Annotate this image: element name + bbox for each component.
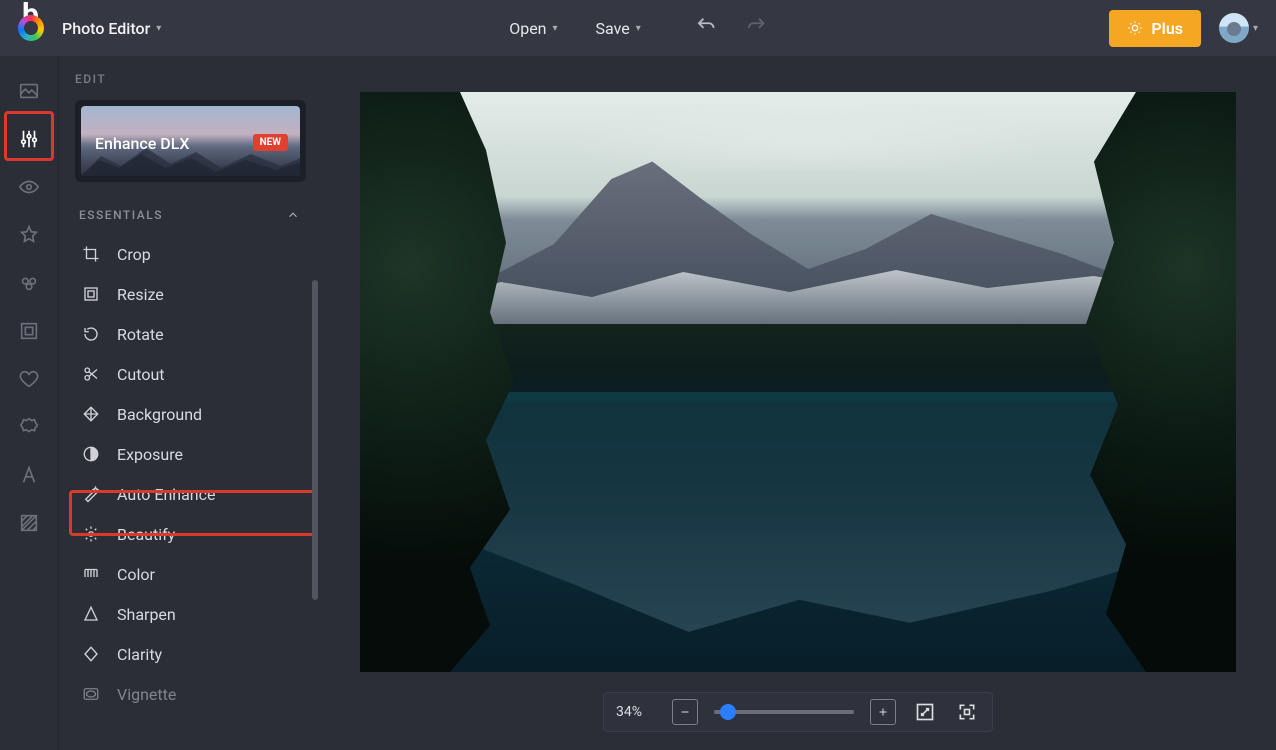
- panel-title: EDIT: [75, 72, 306, 86]
- tool-label: Rotate: [117, 325, 164, 344]
- app-title-dropdown[interactable]: Photo Editor ▾: [62, 19, 161, 38]
- tool-label: Color: [117, 565, 155, 584]
- plus-upgrade-button[interactable]: Plus: [1109, 10, 1201, 47]
- auto-enhance-icon: [81, 484, 101, 504]
- crown-icon: [1127, 20, 1143, 36]
- topbar: b Photo Editor ▾ Open ▾ Save ▾ Plus: [0, 0, 1276, 56]
- tool-beautify[interactable]: Beautify: [75, 514, 306, 554]
- tool-label: Cutout: [117, 365, 165, 384]
- adjust-tab[interactable]: [8, 118, 50, 160]
- clarity-icon: [81, 644, 101, 664]
- crop-icon: [81, 244, 101, 264]
- enhance-card-label: Enhance DLX: [95, 134, 189, 153]
- avatar: [1219, 13, 1249, 43]
- resize-icon: [81, 284, 101, 304]
- tool-label: Crop: [117, 245, 151, 264]
- tool-vignette[interactable]: Vignette: [75, 674, 306, 714]
- tool-background[interactable]: Background: [75, 394, 306, 434]
- tool-label: Clarity: [117, 645, 162, 664]
- beautify-icon: [81, 524, 101, 544]
- zoom-toolbar: 34%: [603, 692, 993, 732]
- essentials-section-toggle[interactable]: ESSENTIALS: [75, 200, 306, 230]
- chevron-down-icon: ▾: [156, 23, 161, 34]
- heart-tab[interactable]: [8, 358, 50, 400]
- tool-color[interactable]: Color: [75, 554, 306, 594]
- badge-tab[interactable]: [8, 406, 50, 448]
- frame-tab[interactable]: [8, 310, 50, 352]
- eye-tab[interactable]: [8, 166, 50, 208]
- tool-label: Exposure: [117, 445, 183, 464]
- zoom-in-button[interactable]: [870, 699, 896, 725]
- chevron-up-icon: [286, 208, 300, 222]
- vignette-icon: [81, 684, 101, 704]
- fit-screen-button[interactable]: [912, 699, 938, 725]
- chevron-down-icon: ▾: [1253, 23, 1258, 34]
- tool-label: Auto Enhance: [117, 485, 215, 504]
- chevron-down-icon: ▾: [636, 23, 641, 34]
- tool-label: Background: [117, 405, 202, 424]
- text-tab[interactable]: [8, 454, 50, 496]
- canvas-image[interactable]: [360, 92, 1236, 672]
- open-menu[interactable]: Open ▾: [509, 19, 557, 38]
- section-label: ESSENTIALS: [79, 208, 163, 222]
- topbar-center: Open ▾ Save ▾: [509, 15, 767, 41]
- save-menu[interactable]: Save ▾: [596, 19, 641, 38]
- app-title-label: Photo Editor: [62, 19, 150, 38]
- tool-list: Crop Resize Rotate Cutout Background Exp…: [75, 234, 306, 714]
- tool-rotate[interactable]: Rotate: [75, 314, 306, 354]
- tool-crop[interactable]: Crop: [75, 234, 306, 274]
- tool-label: Vignette: [117, 685, 176, 704]
- new-badge: NEW: [253, 134, 288, 151]
- star-tab[interactable]: [8, 214, 50, 256]
- zoom-slider[interactable]: [714, 710, 854, 714]
- fullscreen-button[interactable]: [954, 699, 980, 725]
- left-rail: [0, 56, 58, 750]
- open-label: Open: [509, 19, 546, 38]
- panel-scrollbar[interactable]: [312, 280, 318, 600]
- undo-button[interactable]: [695, 15, 717, 41]
- tool-clarity[interactable]: Clarity: [75, 634, 306, 674]
- rotate-icon: [81, 324, 101, 344]
- account-menu[interactable]: ▾: [1219, 13, 1258, 43]
- tool-cutout[interactable]: Cutout: [75, 354, 306, 394]
- color-icon: [81, 564, 101, 584]
- canvas-stage[interactable]: [320, 56, 1276, 678]
- zoom-out-button[interactable]: [672, 699, 698, 725]
- tool-label: Sharpen: [117, 605, 176, 624]
- image-tab[interactable]: [8, 70, 50, 112]
- cutout-icon: [81, 364, 101, 384]
- zoom-value: 34%: [616, 704, 656, 720]
- canvas-area: 34%: [320, 56, 1276, 750]
- app-logo[interactable]: [18, 15, 44, 41]
- tool-exposure[interactable]: Exposure: [75, 434, 306, 474]
- shapes-tab[interactable]: [8, 262, 50, 304]
- chevron-down-icon: ▾: [553, 23, 558, 34]
- sharpen-icon: [81, 604, 101, 624]
- tool-resize[interactable]: Resize: [75, 274, 306, 314]
- plus-label: Plus: [1151, 19, 1183, 38]
- texture-tab[interactable]: [8, 502, 50, 544]
- side-panel: EDIT Enhance DLX NEW ESSENTIALS Crop Res…: [58, 56, 320, 750]
- save-label: Save: [596, 19, 630, 38]
- redo-button[interactable]: [745, 15, 767, 41]
- exposure-icon: [81, 444, 101, 464]
- tool-label: Beautify: [117, 525, 175, 544]
- enhance-dlx-card[interactable]: Enhance DLX NEW: [75, 100, 306, 182]
- tool-auto-enhance[interactable]: Auto Enhance: [75, 474, 306, 514]
- tool-label: Resize: [117, 285, 164, 304]
- tool-sharpen[interactable]: Sharpen: [75, 594, 306, 634]
- background-icon: [81, 404, 101, 424]
